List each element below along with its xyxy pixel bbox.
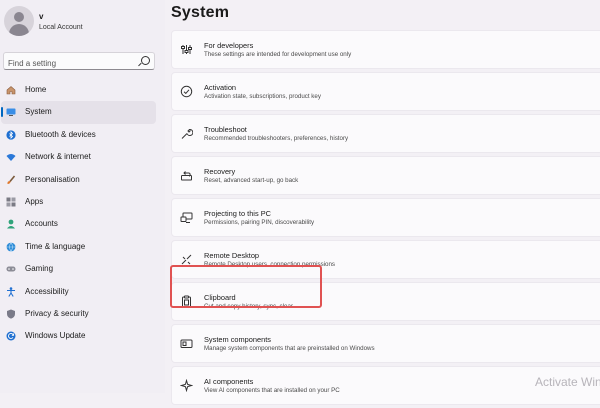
sidebar-item-label: Personalisation	[25, 174, 80, 184]
sidebar-item-label: Windows Update	[25, 331, 86, 341]
setting-subtitle: Manage system components that are preins…	[204, 345, 375, 352]
user-profile[interactable]: v Local Account	[4, 4, 164, 40]
sidebar-item-personalisation[interactable]: Personalisation	[1, 169, 156, 191]
shield-icon	[6, 309, 16, 319]
sidebar-item-bluetooth[interactable]: Bluetooth & devices	[1, 124, 156, 146]
avatar	[4, 6, 34, 36]
sidebar-item-label: Accessibility	[25, 286, 69, 296]
setting-subtitle: Reset, advanced start-up, go back	[204, 177, 299, 184]
sidebar-item-label: Time & language	[25, 241, 86, 251]
accessibility-icon	[6, 286, 16, 297]
setting-subtitle: Recommended troubleshooters, preferences…	[204, 135, 349, 142]
setting-title: Projecting to this PC	[204, 209, 271, 218]
user-name: v	[39, 12, 44, 21]
sidebar-item-label: Network & internet	[25, 152, 91, 162]
setting-activation[interactable]: Activation Activation state, subscriptio…	[171, 72, 600, 111]
developer-tools-icon	[180, 43, 193, 56]
sidebar-item-label: Accounts	[25, 219, 58, 229]
setting-title: Remote Desktop	[204, 251, 260, 260]
sidebar-item-label: Apps	[25, 196, 44, 206]
setting-for-developers[interactable]: For developers These settings are intend…	[171, 30, 600, 69]
home-icon	[6, 85, 16, 95]
ai-icon	[180, 379, 193, 392]
sidebar-item-apps[interactable]: Apps	[1, 191, 156, 213]
setting-troubleshoot[interactable]: Troubleshoot Recommended troubleshooters…	[171, 114, 600, 153]
sidebar-item-network[interactable]: Network & internet	[1, 146, 156, 168]
clipboard-highlight-box	[170, 265, 322, 308]
setting-subtitle: Permissions, pairing PIN, discoverabilit…	[204, 219, 315, 226]
sidebar-item-accessibility[interactable]: Accessibility	[1, 281, 156, 303]
wrench-icon	[180, 127, 193, 140]
brush-icon	[6, 175, 16, 185]
activation-watermark: Activate Wind	[535, 375, 600, 389]
setting-projecting[interactable]: Projecting to this PC Permissions, pairi…	[171, 198, 600, 237]
nav-list: Home System Bluetooth & devices Network …	[0, 79, 160, 348]
sidebar-item-home[interactable]: Home	[1, 79, 156, 101]
search-icon[interactable]	[141, 56, 150, 65]
sidebar-item-windows-update[interactable]: Windows Update	[1, 325, 156, 347]
system-icon	[6, 107, 16, 117]
projector-icon	[180, 211, 193, 224]
sidebar-item-label: System	[25, 107, 52, 117]
globe-icon	[6, 242, 16, 252]
page-title: System	[171, 4, 230, 21]
check-circle-icon	[180, 85, 193, 98]
setting-title: Activation	[204, 83, 237, 92]
sidebar-item-privacy-security[interactable]: Privacy & security	[1, 303, 156, 325]
sidebar-item-accounts[interactable]: Accounts	[1, 213, 156, 235]
components-icon	[180, 337, 193, 350]
sidebar-item-label: Privacy & security	[25, 308, 89, 318]
sidebar-item-label: Bluetooth & devices	[25, 129, 96, 139]
setting-title: For developers	[204, 41, 254, 50]
wifi-icon	[6, 152, 16, 162]
sidebar-item-system[interactable]: System	[1, 101, 156, 124]
search-box[interactable]	[3, 52, 155, 72]
sidebar: v Local Account Home System Bluetooth & …	[0, 0, 165, 393]
setting-system-components[interactable]: System components Manage system componen…	[171, 324, 600, 363]
search-input[interactable]	[4, 55, 133, 72]
update-icon	[6, 331, 16, 341]
setting-title: Recovery	[204, 167, 236, 176]
sidebar-item-label: Gaming	[25, 264, 54, 274]
sidebar-item-time-language[interactable]: Time & language	[1, 236, 156, 258]
gamepad-icon	[6, 264, 16, 274]
setting-subtitle: Activation state, subscriptions, product…	[204, 93, 321, 100]
setting-title: AI components	[204, 377, 254, 386]
setting-title: System components	[204, 335, 271, 344]
apps-icon	[6, 197, 16, 207]
recovery-icon	[180, 169, 193, 182]
account-type: Local Account	[39, 24, 83, 31]
setting-title: Troubleshoot	[204, 125, 247, 134]
setting-subtitle: These settings are intended for developm…	[204, 51, 352, 58]
sidebar-item-gaming[interactable]: Gaming	[1, 258, 156, 280]
bluetooth-icon	[6, 130, 16, 140]
settings-list: For developers These settings are intend…	[171, 30, 600, 408]
sidebar-item-label: Home	[25, 85, 47, 94]
setting-recovery[interactable]: Recovery Reset, advanced start-up, go ba…	[171, 156, 600, 195]
accounts-icon	[6, 219, 16, 229]
